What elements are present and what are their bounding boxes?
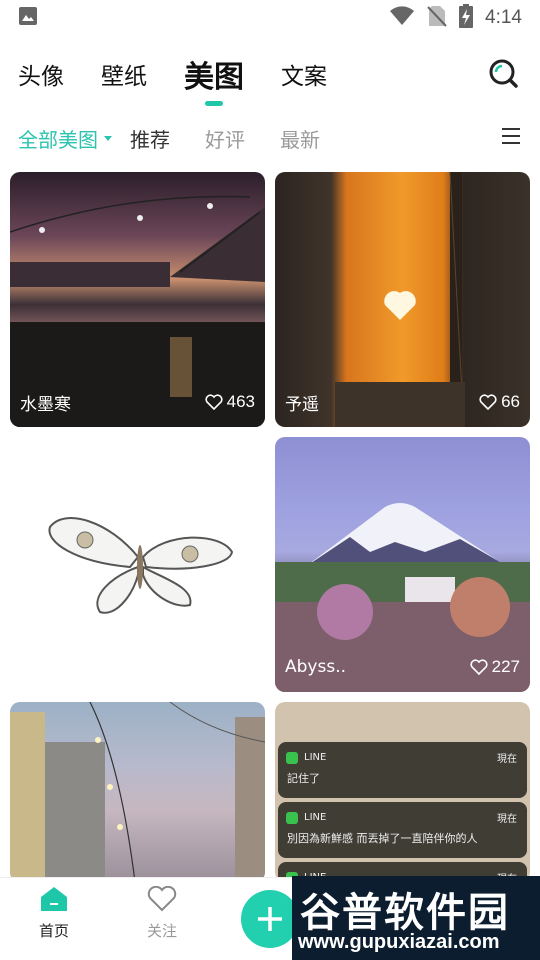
line-app-icon	[286, 811, 298, 824]
notification-text: 別因為新鮮感 而丟掉了一直陪伴你的人	[287, 832, 478, 845]
notification-time: 現在	[497, 754, 517, 765]
street-photo	[10, 702, 265, 882]
feed-card[interactable]: LINE 現在 記住了 LINE 現在 別因為新鮮感 而丟掉了一直陪伴你的人 L…	[275, 702, 530, 882]
notification-app: LINE	[304, 812, 327, 823]
notification-item: LINE 現在 別因為新鮮感 而丟掉了一直陪伴你的人	[278, 802, 527, 858]
search-icon[interactable]	[488, 58, 518, 88]
notification-app: LINE	[304, 752, 327, 763]
watermark-logo: 谷普软件园 www.gupuxiazai.com	[292, 876, 540, 960]
line-app-icon	[286, 751, 298, 764]
card-author[interactable]: 水墨寒	[20, 390, 205, 415]
feed-card[interactable]	[10, 437, 265, 692]
filter-all-label: 全部美图	[18, 127, 98, 152]
menu-icon[interactable]	[502, 128, 520, 144]
card-author[interactable]: 予遥	[285, 390, 479, 415]
image-icon	[18, 6, 38, 30]
wifi-icon	[389, 6, 415, 30]
status-bar: 4:14	[0, 0, 540, 36]
heart-outline-icon	[147, 886, 177, 912]
heart-icon	[479, 394, 497, 410]
like-count[interactable]: 66	[479, 392, 520, 412]
tab-avatar[interactable]: 头像	[18, 57, 64, 91]
nav-follow-label: 关注	[146, 922, 177, 940]
notification-time: 現在	[497, 814, 517, 825]
watermark-title: 谷普软件园	[300, 890, 510, 936]
tab-wallpaper[interactable]: 壁纸	[101, 57, 147, 91]
notification-item: LINE 現在 記住了	[278, 742, 527, 798]
butterfly-image	[48, 517, 234, 614]
filter-bar: 全部美图 推荐 好评 最新	[0, 118, 540, 158]
like-count[interactable]: 227	[470, 657, 520, 677]
tab-pictures[interactable]: 美图	[184, 52, 244, 96]
like-count-value: 463	[226, 392, 255, 411]
card-author[interactable]: Abyss..	[285, 657, 470, 677]
watermark-url: www.gupuxiazai.com	[298, 931, 500, 953]
home-icon	[41, 887, 67, 911]
heart-icon	[470, 659, 488, 675]
nav-home[interactable]: 首页	[24, 886, 84, 941]
nav-follow[interactable]: 关注	[132, 886, 192, 941]
caret-down-icon	[104, 135, 112, 141]
feed-card[interactable]	[10, 702, 265, 882]
notification-text: 記住了	[287, 772, 320, 785]
battery-charging-icon	[459, 4, 474, 32]
feed-card[interactable]: 予遥 66	[275, 172, 530, 427]
add-button[interactable]	[241, 890, 299, 948]
top-tab-bar: 头像 壁纸 美图 文案	[0, 46, 540, 102]
filter-recommended[interactable]: 推荐	[130, 124, 170, 153]
feed-card[interactable]: 水墨寒 463	[10, 172, 265, 427]
no-sim-icon	[427, 5, 447, 31]
like-count-value: 66	[501, 392, 520, 411]
tab-copywriting[interactable]: 文案	[281, 57, 327, 91]
like-count[interactable]: 463	[205, 392, 255, 412]
plus-icon	[258, 907, 282, 931]
nav-home-label: 首页	[38, 922, 69, 940]
filter-newest[interactable]: 最新	[280, 124, 320, 153]
status-time: 4:14	[485, 7, 522, 28]
heart-icon	[205, 394, 223, 410]
filter-all[interactable]: 全部美图	[18, 124, 112, 153]
feed-card[interactable]: Abyss.. 227	[275, 437, 530, 692]
filter-top-rated[interactable]: 好评	[205, 124, 245, 153]
like-count-value: 227	[491, 657, 520, 676]
